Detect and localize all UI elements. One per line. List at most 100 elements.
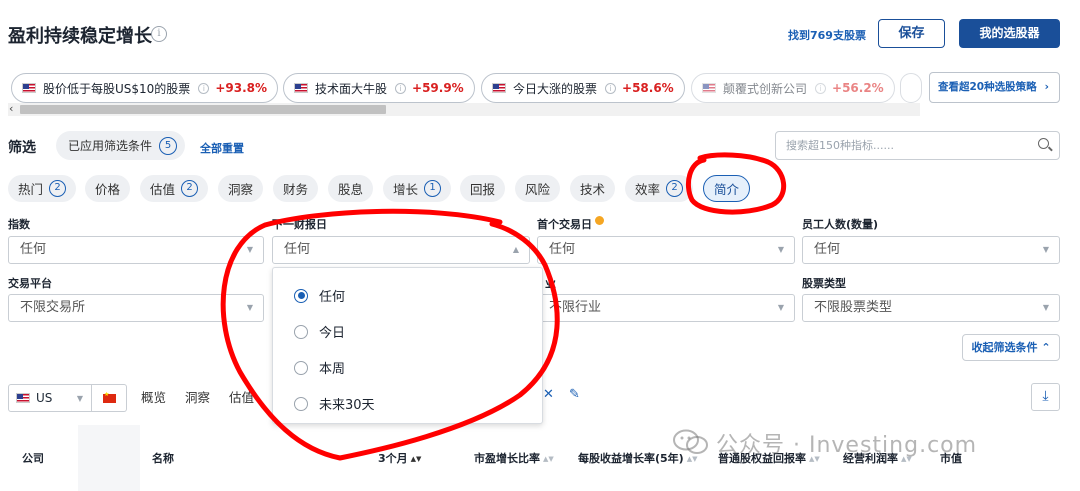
category-chip-active[interactable]: 简介: [703, 175, 751, 202]
edit-icon[interactable]: ✎: [569, 387, 580, 402]
chip-label: 估值: [150, 182, 176, 197]
category-chip[interactable]: 风险: [515, 175, 561, 202]
info-icon: i: [395, 82, 407, 94]
chip-label: 热门: [18, 182, 44, 197]
chip-label: 技术: [580, 182, 606, 197]
sort-icon: ▲▼: [410, 454, 422, 463]
chip-count: 2: [181, 180, 199, 197]
option-this-week[interactable]: 本周: [294, 358, 345, 377]
col-3month[interactable]: 3个月 ▲▼: [378, 450, 421, 466]
search-icon[interactable]: [1038, 138, 1049, 149]
applied-filters-label: 已应用筛选条件: [68, 139, 153, 153]
col-name[interactable]: 名称: [152, 450, 174, 466]
col-company[interactable]: 公司: [22, 450, 44, 466]
chip-label: 价格: [95, 182, 121, 197]
option-any[interactable]: 任何: [294, 286, 345, 305]
download-button[interactable]: ⤓: [1031, 383, 1060, 411]
my-screener-button[interactable]: 我的选股器: [959, 19, 1060, 48]
option-next-30-days[interactable]: 未来30天: [294, 394, 375, 413]
caret-down-icon: ▼: [1042, 245, 1049, 254]
index-select[interactable]: 任何 ▼: [8, 236, 264, 264]
save-button[interactable]: 保存: [878, 19, 945, 48]
us-flag-icon: [702, 83, 716, 93]
category-chip[interactable]: 洞察: [218, 175, 264, 202]
strategy-pill[interactable]: 颠覆式创新公司 i +56.2%: [691, 73, 895, 103]
chip-label: 洞察: [228, 182, 254, 197]
more-strategies-label: 查看超20种选股策略: [938, 81, 1037, 93]
chip-count: 2: [49, 180, 67, 197]
reset-all-link[interactable]: 全部重置: [200, 140, 244, 156]
strategy-return: +58.6%: [622, 81, 674, 95]
watermark-text: 公众号 · Investing.com: [716, 433, 978, 458]
more-strategies-button[interactable]: 查看超20种选股策略 ›: [929, 72, 1060, 103]
category-chip[interactable]: 效率 2: [625, 175, 694, 202]
col-peg[interactable]: 市盈增长比率 ▲▼: [474, 450, 554, 466]
next-earnings-select[interactable]: 任何 ▲: [272, 236, 530, 264]
category-chip[interactable]: 价格: [85, 175, 131, 202]
info-icon[interactable]: i: [151, 26, 167, 42]
china-market-button[interactable]: [92, 384, 127, 412]
radio-icon: [294, 360, 308, 375]
strategy-pill[interactable]: 今日大涨的股票 i +58.6%: [481, 73, 685, 103]
exchange-label: 交易平台: [8, 277, 52, 290]
strategy-pill[interactable]: 技术面大牛股 i +59.9%: [283, 73, 475, 103]
applied-filters-button[interactable]: 已应用筛选条件 5: [56, 131, 186, 160]
us-flag-icon: [22, 83, 36, 93]
stock-type-select[interactable]: 不限股票类型 ▼: [802, 294, 1060, 322]
chip-count: 1: [424, 180, 442, 197]
caret-down-icon: ▼: [246, 245, 253, 254]
close-icon[interactable]: ✕: [543, 387, 554, 402]
chip-label: 股息: [338, 182, 364, 197]
chevron-right-icon: ›: [1044, 81, 1049, 93]
search-placeholder: 搜索超150种指标......: [786, 139, 894, 152]
index-label: 指数: [8, 218, 30, 231]
strategy-return: +56.2%: [832, 81, 884, 95]
horizontal-scrollbar[interactable]: ‹: [8, 102, 920, 116]
next-earnings-value: 任何: [284, 242, 311, 257]
metric-search-input[interactable]: 搜索超150种指标......: [775, 131, 1060, 160]
tab-overview[interactable]: 概览: [141, 387, 166, 406]
category-chip[interactable]: 热门 2: [8, 175, 77, 202]
caret-down-icon: ▼: [1042, 303, 1049, 312]
info-icon: i: [815, 82, 827, 94]
first-trade-label: 首个交易日: [537, 216, 604, 232]
radio-icon: [294, 324, 308, 339]
chip-label: 增长: [393, 182, 419, 197]
exchange-select[interactable]: 不限交易所 ▼: [8, 294, 264, 322]
applied-count-badge: 5: [159, 136, 178, 155]
category-chip[interactable]: 估值 2: [140, 175, 209, 202]
caret-down-icon: ▼: [246, 303, 253, 312]
category-chip[interactable]: 回报: [460, 175, 506, 202]
employees-value: 任何: [814, 242, 841, 257]
scroll-left-icon[interactable]: ‹: [9, 102, 13, 115]
filter-heading: 筛选: [8, 140, 36, 156]
found-count-link[interactable]: 找到769支股票: [788, 27, 866, 43]
option-today[interactable]: 今日: [294, 322, 345, 341]
first-trade-select[interactable]: 任何 ▼: [537, 236, 795, 264]
category-chip[interactable]: 增长 1: [383, 175, 452, 202]
employees-select[interactable]: 任何 ▼: [802, 236, 1060, 264]
category-chip[interactable]: 股息: [328, 175, 374, 202]
category-chip[interactable]: 技术: [570, 175, 616, 202]
category-chip[interactable]: 财务: [273, 175, 319, 202]
index-value: 任何: [20, 242, 47, 257]
strategy-pill[interactable]: 股价低于每股US$10的股票 i +93.8%: [11, 73, 278, 103]
exchange-value: 不限交易所: [20, 300, 86, 315]
collapse-label: 收起筛选条件: [971, 341, 1038, 354]
strategy-pill-partial[interactable]: [900, 73, 922, 103]
market-select[interactable]: US ▼: [8, 384, 92, 412]
chip-label: 风险: [525, 182, 551, 197]
chip-label: 简介: [714, 182, 740, 197]
employees-label: 员工人数(数量): [802, 218, 879, 231]
next-earnings-label: 下一财报日: [272, 218, 327, 231]
caret-down-icon: ▼: [777, 245, 784, 254]
collapse-filters-button[interactable]: 收起筛选条件 ⌃: [962, 334, 1060, 361]
industry-select[interactable]: 不限行业 ▼: [537, 294, 795, 322]
next-earnings-dropdown-menu: 任何 今日 本周 未来30天: [272, 267, 543, 424]
tab-valuation[interactable]: 估值: [229, 387, 254, 406]
tab-insights[interactable]: 洞察: [185, 387, 210, 406]
scrollbar-thumb[interactable]: [20, 105, 386, 114]
us-flag-icon: [492, 83, 506, 93]
wechat-icon: [673, 429, 708, 454]
page-title: 盈利持续稳定增长: [8, 26, 152, 47]
